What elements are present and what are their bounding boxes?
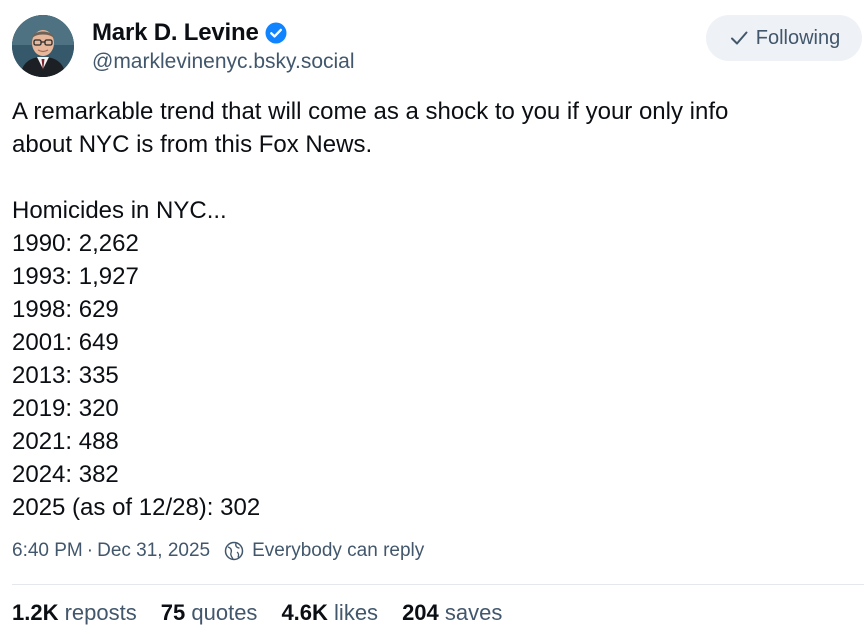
- avatar[interactable]: [12, 15, 74, 77]
- post-text: A remarkable trend that will come as a s…: [12, 95, 848, 524]
- saves-count: 204: [402, 600, 439, 625]
- post-text-line: A remarkable trend that will come as a s…: [12, 98, 729, 125]
- list-item: 2001: 649: [12, 329, 119, 356]
- name-row: Mark D. Levine: [92, 16, 355, 50]
- likes-label: likes: [334, 600, 379, 625]
- post-date[interactable]: Dec 31, 2025: [97, 540, 210, 562]
- post-meta: 6:40 PM · Dec 31, 2025 Everybody can rep…: [12, 540, 424, 562]
- list-item: 2025 (as of 12/28): 302: [12, 494, 261, 521]
- reposts-label: reposts: [64, 600, 137, 625]
- list-item: 1990: 2,262: [12, 230, 139, 257]
- post-thread-item: Mark D. Levine @marklevinenyc.bsky.socia…: [0, 0, 864, 643]
- list-item: 2019: 320: [12, 395, 119, 422]
- post-time[interactable]: 6:40 PM: [12, 540, 83, 562]
- list-item: 1998: 629: [12, 296, 119, 323]
- author-identity: Mark D. Levine @marklevinenyc.bsky.socia…: [92, 16, 355, 74]
- likes-stat[interactable]: 4.6K likes: [281, 600, 378, 626]
- saves-stat[interactable]: 204 saves: [402, 600, 502, 626]
- reply-setting[interactable]: Everybody can reply: [252, 540, 424, 562]
- reposts-stat[interactable]: 1.2K reposts: [12, 600, 137, 626]
- list-item: 1993: 1,927: [12, 263, 139, 290]
- list-item: 2024: 382: [12, 461, 119, 488]
- avatar-image: [12, 15, 74, 77]
- post-text-line: about NYC is from this Fox News.: [12, 131, 373, 158]
- meta-separator: ·: [86, 540, 94, 561]
- engagement-stats: 1.2K reposts 75 quotes 4.6K likes 204 sa…: [12, 600, 526, 626]
- author-display-name[interactable]: Mark D. Levine: [92, 19, 259, 47]
- following-button-label: Following: [755, 26, 841, 49]
- quotes-label: quotes: [191, 600, 258, 625]
- post-header: Mark D. Levine @marklevinenyc.bsky.socia…: [12, 13, 864, 79]
- verified-badge-icon[interactable]: [265, 22, 287, 44]
- likes-count: 4.6K: [281, 600, 328, 625]
- reposts-count: 1.2K: [12, 600, 59, 625]
- checkmark-icon: [730, 31, 748, 45]
- list-heading: Homicides in NYC...: [12, 197, 227, 224]
- list-item: 2013: 335: [12, 362, 119, 389]
- following-button[interactable]: Following: [706, 15, 862, 61]
- quotes-count: 75: [160, 600, 186, 625]
- divider: [12, 584, 864, 585]
- author-handle[interactable]: @marklevinenyc.bsky.social: [92, 50, 355, 74]
- globe-icon: [224, 541, 244, 561]
- saves-label: saves: [444, 600, 503, 625]
- list-item: 2021: 488: [12, 428, 119, 455]
- quotes-stat[interactable]: 75 quotes: [161, 600, 258, 626]
